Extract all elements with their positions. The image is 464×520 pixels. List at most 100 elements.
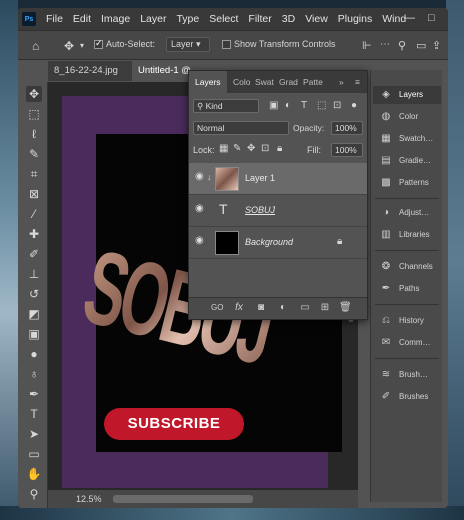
eye-icon[interactable]: ◉ (195, 204, 207, 214)
history-brush-tool-icon[interactable]: ↺ (26, 286, 42, 302)
move-tool-icon[interactable]: ✥ (64, 39, 74, 53)
lock-icon[interactable]: 🔒︎ (337, 236, 342, 247)
minimize-button[interactable]: — (404, 12, 415, 24)
filter-adjustment-icon[interactable]: ◐ (285, 100, 291, 111)
menu-select[interactable]: Select (209, 13, 238, 25)
kind-filter-dropdown[interactable]: ⚲ Kind (193, 99, 259, 113)
healing-tool-icon[interactable]: ✚ (26, 226, 42, 242)
adjustment-layer-icon[interactable]: ◐ (277, 302, 289, 314)
distribute-icon[interactable]: ⋯ (380, 39, 390, 50)
lock-pixels-icon[interactable]: ✎ (233, 143, 241, 154)
panel-overflow-button[interactable]: » (339, 71, 344, 93)
horizontal-scrollbar[interactable] (113, 495, 253, 503)
menu-window[interactable]: Wind (382, 13, 406, 25)
dock-item-brush-settings[interactable]: ≋ Brush… (373, 366, 441, 384)
lock-transparent-icon[interactable]: ▦ (219, 143, 228, 154)
search-icon[interactable]: ⚲ (398, 39, 406, 52)
brush-tool-icon[interactable]: ✐ (26, 246, 42, 262)
tab-layers[interactable]: Layers (189, 71, 227, 93)
pen-tool-icon[interactable]: ✒ (26, 386, 42, 402)
lock-all-icon[interactable]: 🔒︎ (277, 143, 282, 154)
layer-row-sobuj[interactable]: ◉ T SOBUJ (189, 195, 367, 227)
eye-icon[interactable]: ◉ (195, 172, 207, 182)
eraser-tool-icon[interactable]: ◩ (26, 306, 42, 322)
dock-label: History (399, 316, 424, 325)
tab-patterns[interactable]: Patte (303, 71, 323, 93)
layer-name: SOBUJ (245, 205, 276, 215)
new-layer-icon[interactable]: ⊞ (319, 302, 331, 314)
maximize-button[interactable]: □ (428, 12, 435, 24)
filter-pixel-icon[interactable]: ▣ (269, 100, 278, 111)
panel-menu-icon[interactable]: ≡ (355, 71, 360, 93)
dock-item-comments[interactable]: ✉ Comm… (373, 334, 441, 352)
lock-position-icon[interactable]: ✥ (247, 143, 255, 154)
filter-smart-object-icon[interactable]: ⊡ (333, 100, 341, 111)
dock-item-channels[interactable]: ❂ Channels (373, 258, 441, 276)
blend-mode-dropdown[interactable]: Normal (193, 121, 289, 135)
dock-item-libraries[interactable]: ▥ Libraries (373, 226, 441, 244)
filter-shape-icon[interactable]: ⬚ (317, 100, 326, 111)
dock-item-history[interactable]: ⎌ History (373, 312, 441, 330)
gradient-tool-icon[interactable]: ▣ (26, 326, 42, 342)
zoom-level[interactable]: 12.5% (76, 494, 102, 504)
eyedropper-tool-icon[interactable]: ⁄ (26, 206, 42, 222)
stamp-tool-icon[interactable]: ⊥ (26, 266, 42, 282)
tab-swatches[interactable]: Swat (255, 71, 274, 93)
auto-select-checkbox[interactable]: Auto-Select: (94, 38, 155, 50)
link-layers-icon[interactable]: GO (211, 302, 223, 314)
zoom-tool-icon[interactable]: ⚲ (26, 486, 42, 502)
lock-artboard-icon[interactable]: ⊡ (261, 143, 269, 154)
shape-tool-icon[interactable]: ▭ (26, 446, 42, 462)
chevron-down-icon[interactable]: ▾ (80, 41, 84, 50)
dock-item-brushes[interactable]: ✐ Brushes (373, 388, 441, 406)
menu-file[interactable]: File (46, 13, 63, 25)
menu-edit[interactable]: Edit (73, 13, 91, 25)
tab-document-1[interactable]: 8_16-22-24.jpg × (48, 61, 130, 96)
menu-view[interactable]: View (305, 13, 328, 25)
dock-item-adjustments[interactable]: ◑ Adjust… (373, 204, 441, 222)
tab-color[interactable]: Colo (233, 71, 250, 93)
dock-item-patterns[interactable]: ▩ Patterns (373, 174, 441, 192)
menu-image[interactable]: Image (101, 13, 130, 25)
hand-tool-icon[interactable]: ✋ (26, 466, 42, 482)
dock-item-layers[interactable]: ◈ Layers (373, 86, 441, 104)
group-folder-icon[interactable]: ▭ (299, 302, 311, 314)
dock-item-swatches[interactable]: ▦ Swatch… (373, 130, 441, 148)
home-icon[interactable]: ⌂ (32, 39, 39, 53)
type-tool-icon[interactable]: T (26, 406, 42, 422)
filter-type-icon[interactable]: T (301, 100, 307, 111)
menu-3d[interactable]: 3D (282, 13, 295, 25)
dock-item-color[interactable]: ◍ Color (373, 108, 441, 126)
path-select-tool-icon[interactable]: ➤ (26, 426, 42, 442)
show-transform-checkbox[interactable]: Show Transform Controls (222, 39, 336, 50)
layer-row-background[interactable]: ◉ Background 🔒︎ (189, 227, 367, 259)
photoshop-logo[interactable]: Ps (22, 12, 36, 26)
trash-icon[interactable]: 🗑︎ (339, 302, 352, 314)
filter-toggle-icon[interactable]: ● (351, 100, 357, 111)
menu-plugins[interactable]: Plugins (338, 13, 372, 25)
auto-select-dropdown[interactable]: Layer ▾ (166, 37, 210, 52)
fill-input[interactable]: 100% (331, 143, 363, 157)
lasso-tool-icon[interactable]: ℓ (26, 126, 42, 142)
share-icon[interactable]: ⇪ (432, 39, 441, 52)
menu-type[interactable]: Type (176, 13, 199, 25)
fx-icon[interactable]: fx (233, 302, 245, 314)
opacity-input[interactable]: 100% (331, 121, 363, 135)
dock-item-paths[interactable]: ✒ Paths (373, 280, 441, 298)
blur-tool-icon[interactable]: ● (26, 346, 42, 362)
move-tool-icon[interactable]: ✥ (26, 86, 42, 102)
layer-row-layer-1[interactable]: ◉ ↓ Layer 1 (189, 163, 367, 195)
menu-layer[interactable]: Layer (140, 13, 166, 25)
align-icon[interactable]: ⊩ (362, 39, 372, 52)
mask-icon[interactable]: ◙ (255, 302, 267, 314)
workspace-icon[interactable]: ▭ (416, 39, 426, 52)
crop-tool-icon[interactable]: ⌗ (26, 166, 42, 182)
frame-tool-icon[interactable]: ⊠ (26, 186, 42, 202)
marquee-tool-icon[interactable]: ⬚ (26, 106, 42, 122)
menu-filter[interactable]: Filter (248, 13, 271, 25)
quick-select-tool-icon[interactable]: ✎ (26, 146, 42, 162)
dodge-tool-icon[interactable]: ♁ (26, 366, 42, 382)
tab-gradients[interactable]: Grad (279, 71, 298, 93)
eye-icon[interactable]: ◉ (195, 236, 207, 246)
dock-item-gradients[interactable]: ▤ Gradie… (373, 152, 441, 170)
